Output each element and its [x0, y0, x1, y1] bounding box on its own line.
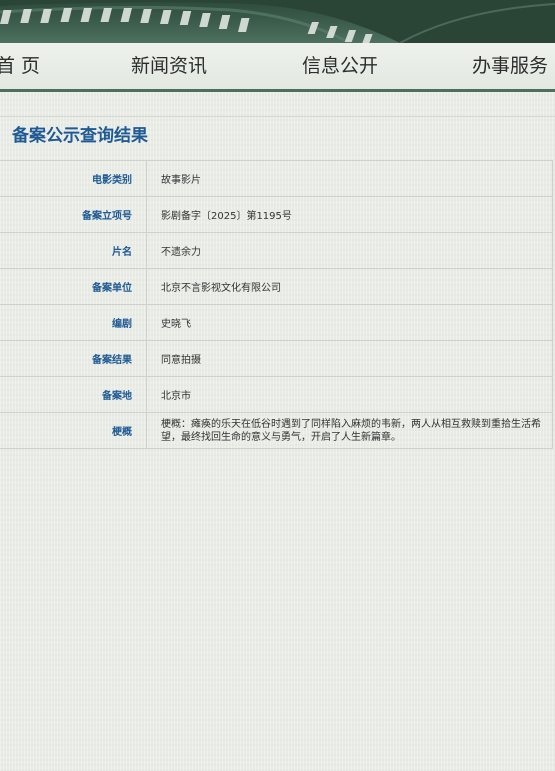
record-number-label: 备案立项号 — [0, 196, 147, 233]
table-row: 编剧 史晓飞 — [0, 304, 553, 341]
title-bar: 备案公示查询结果 — [0, 116, 555, 151]
record-location-value: 北京市 — [146, 376, 553, 413]
nav-home[interactable]: 首 页 — [0, 51, 40, 78]
nav-info-public[interactable]: 信息公开 — [302, 51, 378, 78]
table-row: 备案单位 北京不言影视文化有限公司 — [0, 268, 553, 305]
record-number-value: 影剧备字〔2025〕第1195号 — [146, 196, 553, 233]
record-unit-label: 备案单位 — [0, 268, 147, 305]
record-result-label: 备案结果 — [0, 340, 147, 377]
table-row: 梗概 梗概：瘫痪的乐天在低谷时遇到了同样陷入麻烦的韦新，两人从相互救赎到重拾生活希… — [0, 412, 553, 449]
header-banner — [0, 0, 555, 43]
record-table: 电影类别 故事影片 备案立项号 影剧备字〔2025〕第1195号 片名 不遗余力 备案单位北… — [0, 160, 553, 449]
record-location-label: 备案地 — [0, 376, 147, 413]
film-title-value: 不遗余力 — [146, 232, 553, 269]
film-category-label: 电影类别 — [0, 160, 147, 197]
film-strip-decoration — [0, 0, 555, 43]
screenwriter-value: 史晓飞 — [146, 304, 553, 341]
film-title-label: 片名 — [0, 232, 147, 269]
synopsis-label: 梗概 — [0, 412, 147, 449]
nav-services[interactable]: 办事服务 — [472, 51, 548, 78]
page-title: 备案公示查询结果 — [12, 126, 148, 146]
table-row: 备案立项号 影剧备字〔2025〕第1195号 — [0, 196, 553, 233]
film-category-value: 故事影片 — [146, 160, 553, 197]
table-row: 电影类别 故事影片 — [0, 160, 553, 197]
table-row: 片名 不遗余力 — [0, 232, 553, 269]
record-result-value: 同意拍摄 — [146, 340, 553, 377]
record-unit-value: 北京不言影视文化有限公司 — [146, 268, 553, 305]
synopsis-value: 梗概：瘫痪的乐天在低谷时遇到了同样陷入麻烦的韦新，两人从相互救赎到重拾生活希望，… — [146, 412, 553, 449]
nav-news[interactable]: 新闻资讯 — [131, 51, 207, 78]
table-row: 备案地 北京市 — [0, 376, 553, 413]
screenwriter-label: 编剧 — [0, 304, 147, 341]
main-nav: 首 页 新闻资讯 信息公开 办事服务 — [0, 43, 555, 92]
synopsis-text: 梗概：瘫痪的乐天在低谷时遇到了同样陷入麻烦的韦新，两人从相互救赎到重拾生活希望，… — [161, 418, 541, 443]
table-row: 备案结果 同意拍摄 — [0, 340, 553, 377]
